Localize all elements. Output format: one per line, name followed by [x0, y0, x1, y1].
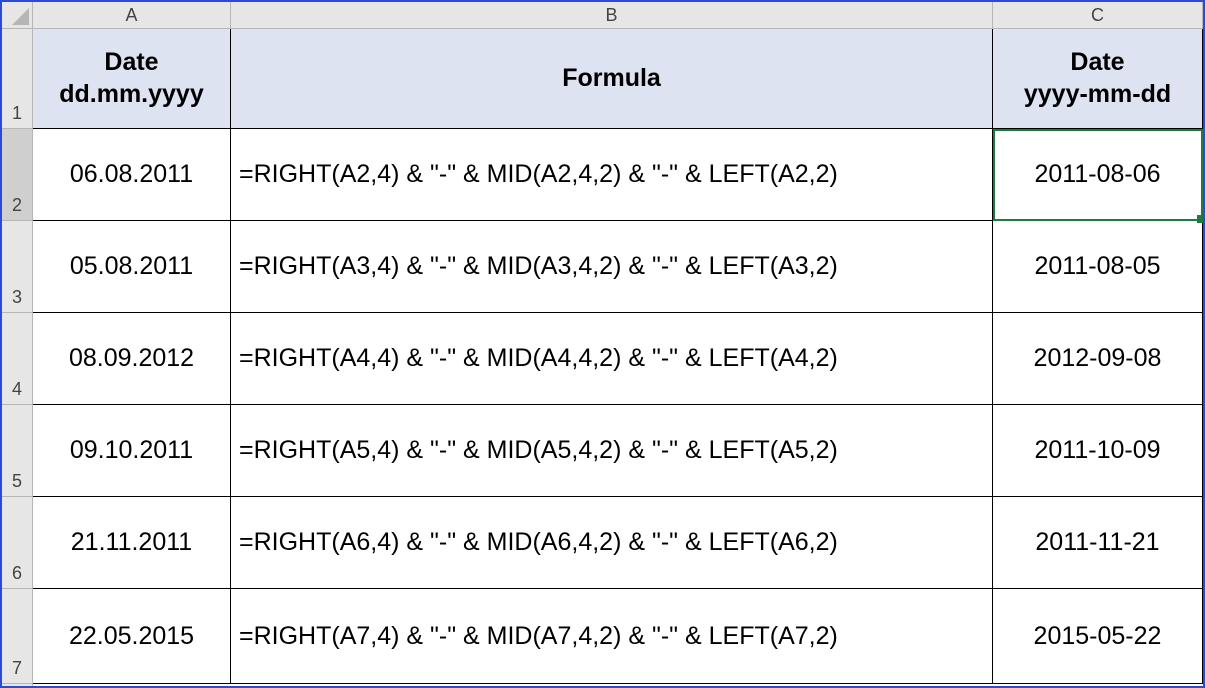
cell-C2[interactable]: 2011-08-06 — [993, 129, 1203, 221]
cell-C6[interactable]: 2011-11-21 — [993, 497, 1203, 589]
cell-B5[interactable]: =RIGHT(A5,4) & "-" & MID(A5,4,2) & "-" &… — [231, 405, 993, 497]
cell-A6[interactable]: 21.11.2011 — [33, 497, 231, 589]
row-header-label: 3 — [12, 287, 22, 308]
cell-text: 2015-05-22 — [1034, 622, 1162, 651]
row-header-1[interactable]: 1 — [2, 29, 32, 129]
cell-text: 09.10.2011 — [70, 436, 193, 465]
row-header-label: 4 — [12, 379, 22, 400]
cell-text: 21.11.2011 — [71, 528, 192, 557]
row-headers: 1 2 3 4 5 6 7 — [2, 29, 33, 686]
cell-C5[interactable]: 2011-10-09 — [993, 405, 1203, 497]
column-header-label: A — [125, 5, 137, 26]
cell-text: =RIGHT(A2,4) & "-" & MID(A2,4,2) & "-" &… — [239, 160, 838, 189]
cell-text: Dateyyyy-mm-dd — [1024, 47, 1171, 110]
column-header-A[interactable]: A — [33, 2, 231, 28]
cell-C1[interactable]: Dateyyyy-mm-dd — [993, 29, 1203, 129]
row-header-label: 2 — [12, 195, 22, 216]
cell-B2[interactable]: =RIGHT(A2,4) & "-" & MID(A2,4,2) & "-" &… — [231, 129, 993, 221]
cell-text: 05.08.2011 — [70, 252, 193, 281]
cell-text: Datedd.mm.yyyy — [59, 47, 204, 110]
cell-B6[interactable]: =RIGHT(A6,4) & "-" & MID(A6,4,2) & "-" &… — [231, 497, 993, 589]
cell-text: =RIGHT(A5,4) & "-" & MID(A5,4,2) & "-" &… — [239, 436, 838, 465]
column-header-B[interactable]: B — [231, 2, 993, 28]
cell-B3[interactable]: =RIGHT(A3,4) & "-" & MID(A3,4,2) & "-" &… — [231, 221, 993, 313]
cell-B4[interactable]: =RIGHT(A4,4) & "-" & MID(A4,4,2) & "-" &… — [231, 313, 993, 405]
row-header-6[interactable]: 6 — [2, 497, 32, 589]
cell-text: =RIGHT(A4,4) & "-" & MID(A4,4,2) & "-" &… — [239, 344, 838, 373]
cell-C3[interactable]: 2011-08-05 — [993, 221, 1203, 313]
cell-grid: Datedd.mm.yyyy Formula Dateyyyy-mm-dd 06… — [33, 29, 1203, 686]
cell-text: 2011-10-09 — [1034, 436, 1160, 465]
row-header-label: 5 — [12, 471, 22, 492]
cell-A4[interactable]: 08.09.2012 — [33, 313, 231, 405]
cell-text: =RIGHT(A6,4) & "-" & MID(A6,4,2) & "-" &… — [239, 528, 838, 557]
cell-text: Formula — [562, 63, 661, 94]
cell-text: =RIGHT(A3,4) & "-" & MID(A3,4,2) & "-" &… — [239, 252, 838, 281]
cell-text: 2011-08-05 — [1034, 252, 1160, 281]
cell-text: 06.08.2011 — [70, 160, 193, 189]
cell-text: 2012-09-08 — [1034, 344, 1162, 373]
row-header-label: 6 — [12, 563, 22, 584]
cell-A7[interactable]: 22.05.2015 — [33, 589, 231, 684]
row-header-2[interactable]: 2 — [2, 129, 32, 221]
cell-text: 2011-11-21 — [1035, 528, 1159, 557]
cell-text: =RIGHT(A7,4) & "-" & MID(A7,4,2) & "-" &… — [239, 622, 838, 651]
cell-C7[interactable]: 2015-05-22 — [993, 589, 1203, 684]
row-header-label: 1 — [12, 103, 22, 124]
column-header-C[interactable]: C — [993, 2, 1203, 28]
cell-text: 2011-08-06 — [1034, 160, 1160, 189]
row-header-7[interactable]: 7 — [2, 589, 32, 684]
cell-A1[interactable]: Datedd.mm.yyyy — [33, 29, 231, 129]
row-header-label: 7 — [12, 658, 22, 679]
row-header-3[interactable]: 3 — [2, 221, 32, 313]
row-header-5[interactable]: 5 — [2, 405, 32, 497]
cell-B7[interactable]: =RIGHT(A7,4) & "-" & MID(A7,4,2) & "-" &… — [231, 589, 993, 684]
column-headers: A B C — [33, 2, 1203, 29]
select-all-corner[interactable] — [2, 2, 33, 29]
spreadsheet-frame: A B C 1 2 3 4 5 6 7 Datedd.mm.yyyy Formu… — [0, 0, 1205, 688]
cell-text: 22.05.2015 — [69, 622, 194, 651]
cell-C4[interactable]: 2012-09-08 — [993, 313, 1203, 405]
cell-text: 08.09.2012 — [69, 344, 194, 373]
cell-A2[interactable]: 06.08.2011 — [33, 129, 231, 221]
column-header-label: B — [605, 5, 617, 26]
row-header-4[interactable]: 4 — [2, 313, 32, 405]
cell-A3[interactable]: 05.08.2011 — [33, 221, 231, 313]
cell-A5[interactable]: 09.10.2011 — [33, 405, 231, 497]
column-header-label: C — [1091, 5, 1104, 26]
cell-B1[interactable]: Formula — [231, 29, 993, 129]
